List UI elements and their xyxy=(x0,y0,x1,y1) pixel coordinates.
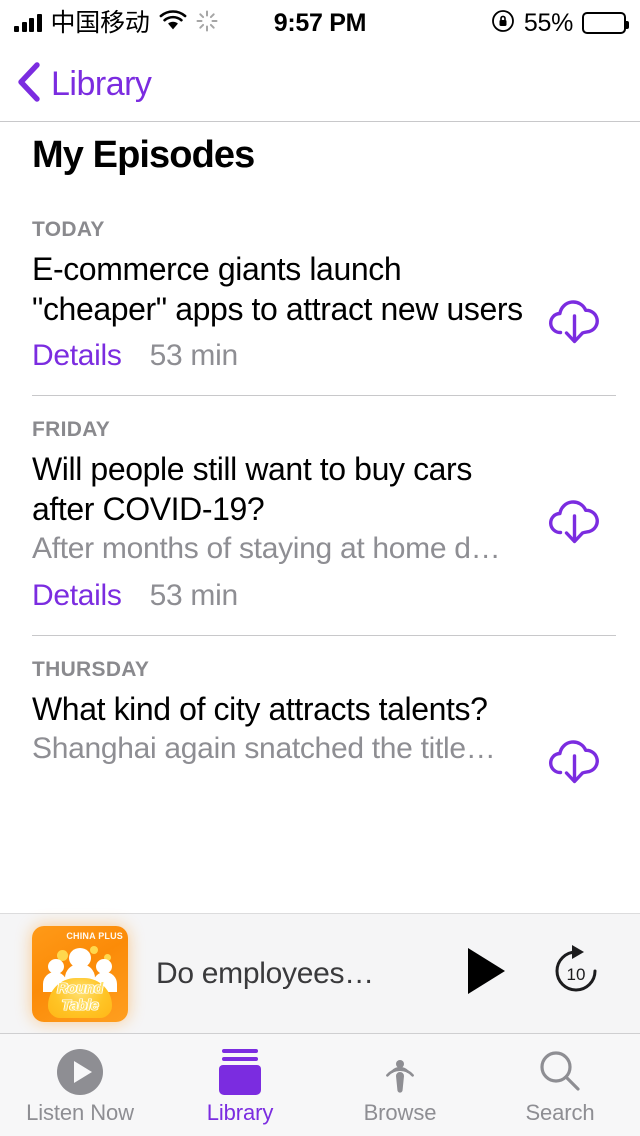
chevron-left-icon xyxy=(16,61,42,108)
episode-content: FRIDAY Will people still want to buy car… xyxy=(32,418,542,613)
battery-icon xyxy=(582,12,629,34)
episode-title: What kind of city attracts talents? xyxy=(32,691,488,727)
tab-library[interactable]: Library xyxy=(160,1034,320,1136)
cloud-download-icon xyxy=(544,734,606,793)
cloud-download-icon xyxy=(544,294,606,353)
artwork-title: Round Table xyxy=(32,980,128,1014)
artwork-decor-dot xyxy=(90,945,98,954)
episode-title: E-commerce giants launch "cheaper" apps … xyxy=(32,251,523,327)
now-playing-artwork[interactable]: CHINA PLUS Round Table xyxy=(32,925,128,1022)
artwork-title-line1: Round xyxy=(57,979,103,997)
episode-subtitle: Shanghai again snatched the title… xyxy=(32,732,496,765)
details-link[interactable]: Details xyxy=(32,579,122,613)
page-title: My Episodes xyxy=(32,134,255,176)
episode-row[interactable]: THURSDAY What kind of city attracts tale… xyxy=(0,636,640,793)
skip-forward-button[interactable]: 10 xyxy=(550,945,602,1002)
episode-subtitle: After months of staying at home d… xyxy=(32,532,501,565)
battery-percent-label: 55% xyxy=(523,8,573,37)
episode-row[interactable]: FRIDAY Will people still want to buy car… xyxy=(0,396,640,613)
download-button[interactable] xyxy=(542,294,608,353)
back-button-label: Library xyxy=(51,64,152,103)
episode-duration: 53 min xyxy=(149,579,239,612)
episode-meta: Details 53 min xyxy=(32,339,530,373)
podcast-antenna-icon xyxy=(374,1046,426,1098)
tab-search[interactable]: Search xyxy=(480,1034,640,1136)
tab-label: Listen Now xyxy=(26,1100,134,1125)
tab-label: Search xyxy=(525,1100,595,1125)
cloud-download-icon xyxy=(544,494,606,553)
play-button[interactable] xyxy=(464,946,508,1001)
play-circle-icon xyxy=(55,1046,105,1098)
player-controls: 10 xyxy=(464,945,602,1002)
tab-label: Browse xyxy=(363,1100,437,1125)
episode-day-label: THURSDAY xyxy=(32,658,150,681)
skip-seconds-label: 10 xyxy=(566,964,586,984)
artwork-title-line2: Table xyxy=(61,996,99,1014)
episode-meta: Details 53 min xyxy=(32,579,530,613)
magnifier-icon xyxy=(534,1046,586,1098)
episode-row[interactable]: TODAY E-commerce giants launch "cheaper"… xyxy=(0,196,640,373)
play-icon xyxy=(464,948,508,1000)
tab-browse[interactable]: Browse xyxy=(320,1034,480,1136)
tab-bar: Listen Now Library Browse Search xyxy=(0,1033,640,1136)
episode-content: TODAY E-commerce giants launch "cheaper"… xyxy=(32,218,542,373)
details-link[interactable]: Details xyxy=(32,339,122,373)
episode-day-label: TODAY xyxy=(32,218,105,241)
tab-listen-now[interactable]: Listen Now xyxy=(0,1034,160,1136)
artwork-brand-label: CHINA PLUS xyxy=(66,930,123,941)
back-button[interactable]: Library xyxy=(16,61,152,108)
navigation-bar: Library xyxy=(0,46,640,122)
episode-title: Will people still want to buy cars after… xyxy=(32,451,472,527)
download-button[interactable] xyxy=(542,494,608,553)
episode-duration: 53 min xyxy=(149,339,239,372)
library-books-icon xyxy=(218,1046,262,1098)
now-playing-title: Do employees… xyxy=(156,956,374,990)
episode-content: THURSDAY What kind of city attracts tale… xyxy=(32,658,542,769)
download-button[interactable] xyxy=(542,734,608,793)
episode-day-label: FRIDAY xyxy=(32,418,111,441)
status-bar: 中国移动 9:57 PM 55% xyxy=(0,0,640,46)
mini-player[interactable]: CHINA PLUS Round Table Do employees… 10 xyxy=(0,913,640,1033)
tab-label: Library xyxy=(206,1100,274,1125)
skip-forward-10-icon xyxy=(550,945,602,1001)
episode-list: TODAY E-commerce giants launch "cheaper"… xyxy=(0,196,640,793)
rotation-lock-icon xyxy=(491,9,515,38)
status-bar-right: 55% xyxy=(491,8,629,38)
